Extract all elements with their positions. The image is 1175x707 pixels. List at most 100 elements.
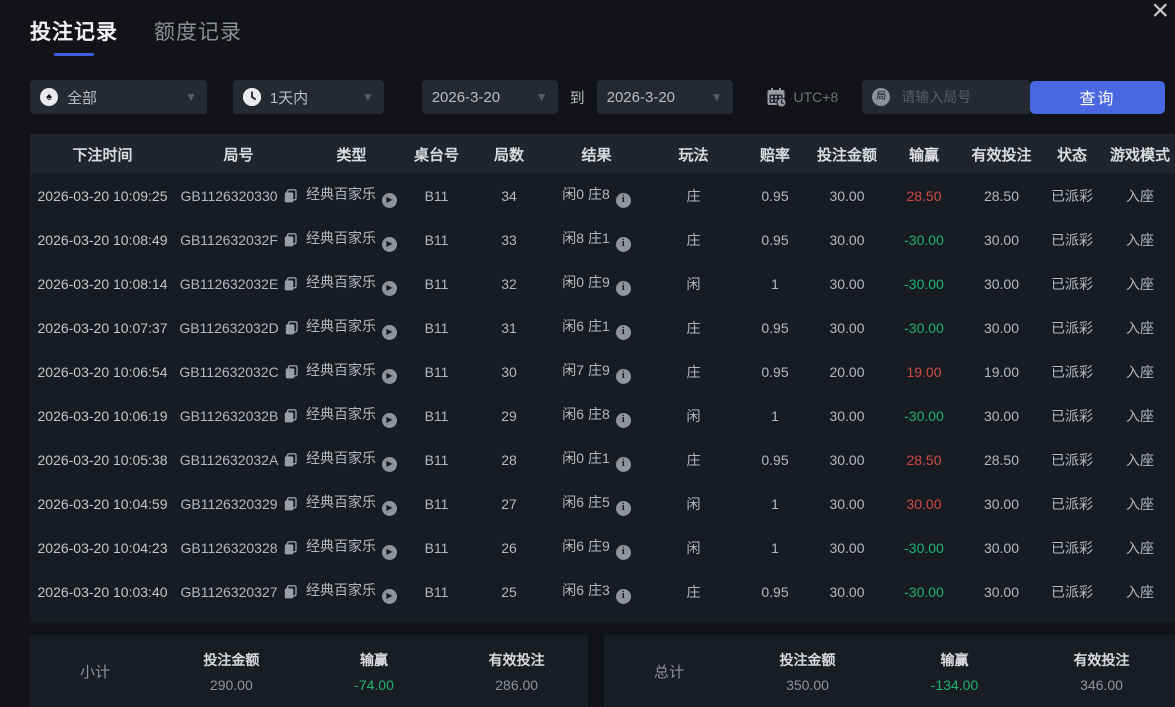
query-button[interactable]: 查询: [1030, 81, 1165, 114]
valid-bet-cell: 30.00: [964, 526, 1039, 570]
info-icon[interactable]: i: [616, 325, 631, 340]
round-count-cell: 28: [472, 438, 546, 482]
info-icon[interactable]: i: [616, 501, 631, 516]
copy-icon[interactable]: [284, 585, 297, 599]
date-from-select[interactable]: 2026-3-20 ▼: [422, 80, 558, 114]
round-count-cell: 26: [472, 526, 546, 570]
table-row: 2026-03-20 10:04:23GB1126320328经典百家乐▶B11…: [30, 526, 1175, 570]
valid-bet-cell: 30.00: [964, 394, 1039, 438]
copy-icon[interactable]: [285, 321, 298, 335]
play-type-cell: 闲: [647, 526, 740, 570]
column-header: 游戏模式: [1105, 134, 1175, 174]
winloss-cell: 30.00: [884, 482, 964, 526]
play-icon[interactable]: ▶: [382, 501, 397, 516]
play-icon[interactable]: ▶: [382, 325, 397, 340]
copy-icon[interactable]: [285, 365, 298, 379]
bet-time-cell: 2026-03-20 10:08:49: [30, 218, 175, 262]
game-mode-cell: 入座: [1105, 262, 1175, 306]
copy-icon[interactable]: [284, 189, 297, 203]
info-icon[interactable]: i: [616, 589, 631, 604]
valid-bet-cell: 30.00: [964, 218, 1039, 262]
table-number-cell: B11: [401, 218, 472, 262]
subtotal-panel: 小计 投注金额 290.00 输赢 -74.00 有效投注 286.00: [30, 635, 588, 707]
total-label: 总计: [604, 661, 734, 682]
play-type-cell: 庄: [647, 218, 740, 262]
info-icon[interactable]: i: [616, 545, 631, 560]
calendar-clock-icon: [765, 86, 787, 108]
subtotal-bet-value: 290.00: [210, 677, 253, 693]
round-count-cell: 29: [472, 394, 546, 438]
time-range-select[interactable]: 1天内 ▼: [233, 80, 384, 114]
tab-betting-records[interactable]: 投注记录: [30, 16, 118, 56]
game-type-select[interactable]: ♠ 全部 ▼: [30, 80, 207, 114]
status-cell: 已派彩: [1039, 174, 1105, 218]
table-number-cell: B11: [401, 174, 472, 218]
info-icon[interactable]: i: [616, 369, 631, 384]
bet-time-cell: 2026-03-20 10:08:14: [30, 262, 175, 306]
winloss-cell: -30.00: [884, 570, 964, 614]
table-row: 2026-03-20 10:09:25GB1126320330经典百家乐▶B11…: [30, 174, 1175, 218]
column-header: 桌台号: [401, 134, 472, 174]
total-valid-label: 有效投注: [1074, 650, 1130, 670]
play-icon[interactable]: ▶: [382, 413, 397, 428]
info-icon[interactable]: i: [616, 413, 631, 428]
table-number-cell: B11: [401, 262, 472, 306]
timezone-display[interactable]: UTC+8: [765, 86, 839, 108]
valid-bet-cell: 28.50: [964, 174, 1039, 218]
subtotal-valid-group: 有效投注 286.00: [445, 650, 588, 693]
copy-icon[interactable]: [284, 497, 297, 511]
game-type-cell: 经典百家乐▶: [302, 218, 401, 262]
close-icon[interactable]: ×: [1151, 0, 1169, 26]
table-row: 2026-03-20 10:05:38GB112632032A经典百家乐▶B11…: [30, 438, 1175, 482]
subtotal-valid-label: 有效投注: [489, 650, 545, 670]
info-icon[interactable]: i: [616, 193, 631, 208]
round-count-cell: 31: [472, 306, 546, 350]
play-type-cell: 闲: [647, 394, 740, 438]
game-type-cell: 经典百家乐▶: [302, 306, 401, 350]
bet-time-cell: 2026-03-20 10:06:19: [30, 394, 175, 438]
copy-icon[interactable]: [284, 409, 297, 423]
info-icon[interactable]: i: [616, 457, 631, 472]
date-from-value: 2026-3-20: [432, 89, 530, 106]
result-cell: 闲0 庄8i: [546, 174, 647, 218]
copy-icon[interactable]: [284, 277, 297, 291]
table-header-row: 下注时间局号类型桌台号局数结果玩法赔率投注金额输赢有效投注状态游戏模式: [30, 134, 1175, 174]
round-id-icon: 局: [872, 88, 890, 106]
status-cell: 已派彩: [1039, 350, 1105, 394]
tab-quota-records[interactable]: 额度记录: [154, 16, 242, 56]
date-to-select[interactable]: 2026-3-20 ▼: [597, 80, 733, 114]
table-row: 2026-03-20 10:04:59GB1126320329经典百家乐▶B11…: [30, 482, 1175, 526]
copy-icon[interactable]: [284, 453, 297, 467]
total-winloss-group: 输赢 -134.00: [881, 650, 1028, 693]
round-count-cell: 25: [472, 570, 546, 614]
odds-cell: 0.95: [740, 570, 810, 614]
valid-bet-cell: 19.00: [964, 350, 1039, 394]
copy-icon[interactable]: [284, 233, 297, 247]
odds-cell: 0.95: [740, 218, 810, 262]
table-number-cell: B11: [401, 526, 472, 570]
round-number-input[interactable]: [899, 88, 1020, 106]
play-icon[interactable]: ▶: [382, 457, 397, 472]
play-icon[interactable]: ▶: [382, 545, 397, 560]
round-id-cell: GB1126320328: [175, 526, 302, 570]
play-type-cell: 庄: [647, 350, 740, 394]
play-icon[interactable]: ▶: [382, 589, 397, 604]
play-type-cell: 庄: [647, 306, 740, 350]
valid-bet-cell: 30.00: [964, 306, 1039, 350]
play-icon[interactable]: ▶: [382, 193, 397, 208]
play-type-cell: 庄: [647, 570, 740, 614]
table-row: 2026-03-20 10:08:49GB112632032F经典百家乐▶B11…: [30, 218, 1175, 262]
game-type-cell: 经典百家乐▶: [302, 482, 401, 526]
copy-icon[interactable]: [284, 541, 297, 555]
play-icon[interactable]: ▶: [382, 369, 397, 384]
game-type-cell: 经典百家乐▶: [302, 262, 401, 306]
summary-bar: 小计 投注金额 290.00 输赢 -74.00 有效投注 286.00 总计 …: [30, 635, 1175, 707]
info-icon[interactable]: i: [616, 237, 631, 252]
info-icon[interactable]: i: [616, 281, 631, 296]
play-icon[interactable]: ▶: [382, 281, 397, 296]
table-number-cell: B11: [401, 570, 472, 614]
table-row: 2026-03-20 10:07:37GB112632032D经典百家乐▶B11…: [30, 306, 1175, 350]
result-cell: 闲6 庄1i: [546, 306, 647, 350]
round-id-cell: GB1126320327: [175, 570, 302, 614]
play-icon[interactable]: ▶: [382, 237, 397, 252]
